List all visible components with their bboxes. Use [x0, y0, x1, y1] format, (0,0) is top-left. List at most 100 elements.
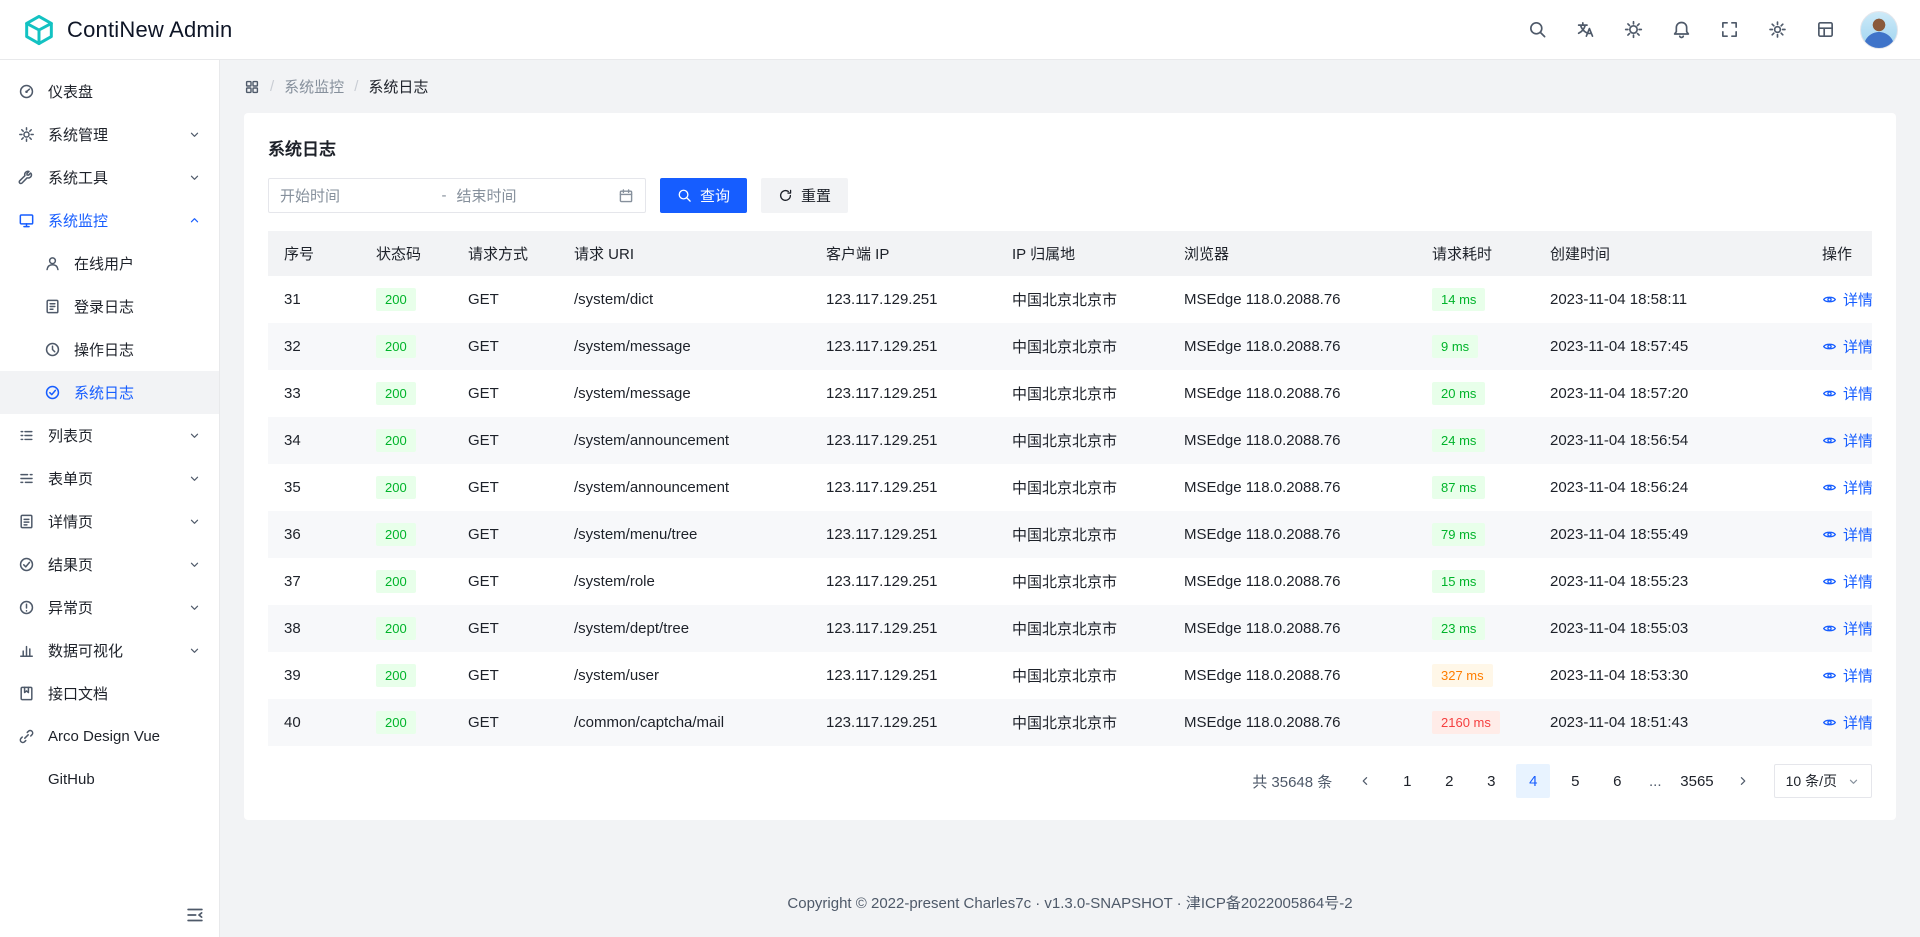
pagination-ellipsis[interactable]: ... [1642, 773, 1668, 790]
detail-link[interactable]: 详情 [1822, 336, 1872, 357]
page-button-2[interactable]: 2 [1432, 764, 1466, 798]
detail-link[interactable]: 详情 [1822, 289, 1872, 310]
page-button-5[interactable]: 5 [1558, 764, 1592, 798]
cell-elapsed: 20 ms [1416, 370, 1534, 417]
cell-no: 37 [268, 558, 360, 605]
cell-browser: MSEdge 118.0.2088.76 [1168, 276, 1416, 323]
status-badge: 200 [376, 476, 416, 499]
sidebar-item-dashboard[interactable]: 仪表盘 [0, 70, 219, 113]
chevron-down-icon [188, 558, 201, 571]
page-size-value: 10 条/页 [1786, 771, 1837, 791]
end-time-input[interactable]: 结束时间 [457, 185, 609, 206]
cell-method: GET [452, 699, 558, 746]
cell-ip-location: 中国北京北京市 [996, 417, 1168, 464]
pagination: 共 35648 条 123456... 3565 10 条/页 [268, 764, 1872, 798]
elapsed-badge: 87 ms [1432, 476, 1485, 499]
cell-method: GET [452, 323, 558, 370]
elapsed-badge: 24 ms [1432, 429, 1485, 452]
detail-link[interactable]: 详情 [1822, 712, 1872, 733]
page-button-6[interactable]: 6 [1600, 764, 1634, 798]
cell-elapsed: 327 ms [1416, 652, 1534, 699]
settings-button[interactable] [1758, 11, 1796, 49]
cell-ip-location: 中国北京北京市 [996, 323, 1168, 370]
table-row: 38200GET/system/dept/tree123.117.129.251… [268, 605, 1872, 652]
sidebar-item-list-page[interactable]: 列表页 [0, 414, 219, 457]
detail-link[interactable]: 详情 [1822, 430, 1872, 451]
sidebar-item-error-page[interactable]: 异常页 [0, 586, 219, 629]
detail-link[interactable]: 详情 [1822, 618, 1872, 639]
detail-link-label: 详情 [1843, 383, 1872, 404]
reset-button[interactable]: 重置 [761, 178, 848, 213]
cell-elapsed: 24 ms [1416, 417, 1534, 464]
detail-link-label: 详情 [1843, 618, 1872, 639]
eye-icon [1822, 433, 1837, 448]
pagination-total: 共 35648 条 [1252, 771, 1332, 792]
sidebar-item-system-monitor[interactable]: 系统监控 [0, 199, 219, 242]
gear-icon [1768, 20, 1787, 39]
breadcrumb-item[interactable]: 系统监控 [284, 76, 344, 97]
page-button-4[interactable]: 4 [1516, 764, 1550, 798]
query-button[interactable]: 查询 [660, 178, 747, 213]
detail-link[interactable]: 详情 [1822, 383, 1872, 404]
page-button-3[interactable]: 3 [1474, 764, 1508, 798]
sidebar-item-online-users[interactable]: 在线用户 [0, 242, 219, 285]
search-button[interactable] [1518, 11, 1556, 49]
cell-uri: /system/message [558, 370, 810, 417]
cell-ip-location: 中国北京北京市 [996, 558, 1168, 605]
breadcrumb: /系统监控/系统日志 [220, 60, 1920, 111]
detail-link[interactable]: 详情 [1822, 571, 1872, 592]
cell-action: 详情 [1806, 276, 1872, 323]
sidebar-item-operation-logs[interactable]: 操作日志 [0, 328, 219, 371]
layout-button[interactable] [1806, 11, 1844, 49]
elapsed-badge: 2160 ms [1432, 711, 1500, 734]
elapsed-badge: 79 ms [1432, 523, 1485, 546]
sidebar-item-system-logs[interactable]: 系统日志 [0, 371, 219, 414]
sidebar-item-form-page[interactable]: 表单页 [0, 457, 219, 500]
detail-link[interactable]: 详情 [1822, 524, 1872, 545]
cell-action: 详情 [1806, 417, 1872, 464]
sidebar-item-system-management[interactable]: 系统管理 [0, 113, 219, 156]
cell-method: GET [452, 370, 558, 417]
sidebar-item-github[interactable]: GitHub [0, 758, 219, 801]
sidebar-item-system-tools[interactable]: 系统工具 [0, 156, 219, 199]
info-circle-icon [18, 599, 35, 616]
sidebar-item-result-page[interactable]: 结果页 [0, 543, 219, 586]
cell-client-ip: 123.117.129.251 [810, 323, 996, 370]
eye-icon [1822, 668, 1837, 683]
language-button[interactable] [1566, 11, 1604, 49]
breadcrumb-separator: / [270, 78, 274, 95]
page-size-select[interactable]: 10 条/页 [1774, 764, 1872, 798]
cell-action: 详情 [1806, 511, 1872, 558]
user-avatar[interactable] [1860, 11, 1898, 49]
cell-browser: MSEdge 118.0.2088.76 [1168, 605, 1416, 652]
notifications-button[interactable] [1662, 11, 1700, 49]
table-row: 40200GET/common/captcha/mail123.117.129.… [268, 699, 1872, 746]
date-range-picker[interactable]: 开始时间 - 结束时间 [268, 178, 646, 213]
next-page-button[interactable] [1726, 764, 1760, 798]
detail-link[interactable]: 详情 [1822, 477, 1872, 498]
sidebar-item-data-visualization[interactable]: 数据可视化 [0, 629, 219, 672]
page-button-3565[interactable]: 3565 [1676, 764, 1717, 798]
cell-status: 200 [360, 464, 452, 511]
app-logo[interactable]: ContiNew Admin [22, 13, 232, 47]
form-icon [18, 470, 35, 487]
sidebar-item-login-logs[interactable]: 登录日志 [0, 285, 219, 328]
sidebar-item-detail-page[interactable]: 详情页 [0, 500, 219, 543]
status-badge: 200 [376, 664, 416, 687]
prev-page-button[interactable] [1348, 764, 1382, 798]
sidebar-item-label: 系统监控 [48, 210, 175, 231]
chevron-down-icon [188, 171, 201, 184]
chevron-down-icon [188, 515, 201, 528]
sidebar-item-api-docs[interactable]: 接口文档 [0, 672, 219, 715]
sidebar-collapse-button[interactable] [185, 905, 205, 925]
theme-toggle-button[interactable] [1614, 11, 1652, 49]
detail-link[interactable]: 详情 [1822, 665, 1872, 686]
column-header: 序号 [268, 231, 360, 276]
status-badge: 200 [376, 570, 416, 593]
cell-no: 32 [268, 323, 360, 370]
page-button-1[interactable]: 1 [1390, 764, 1424, 798]
sidebar-item-arco-design-vue[interactable]: Arco Design Vue [0, 715, 219, 758]
fullscreen-button[interactable] [1710, 11, 1748, 49]
start-time-input[interactable]: 开始时间 [280, 185, 432, 206]
elapsed-badge: 327 ms [1432, 664, 1493, 687]
